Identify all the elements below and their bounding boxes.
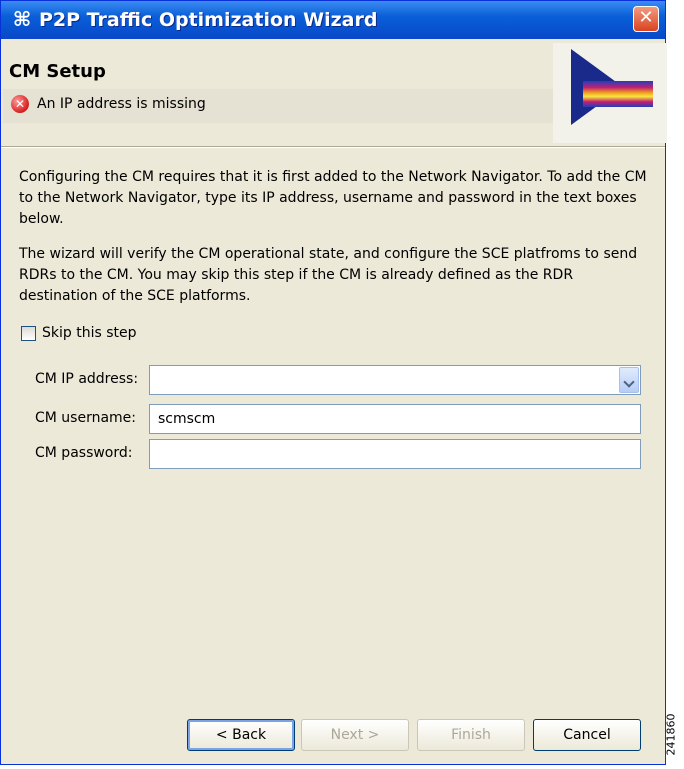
- window-title: P2P Traffic Optimization Wizard: [39, 9, 378, 31]
- instructions-paragraph-2: The wizard will verify the CM operationa…: [19, 246, 638, 304]
- figure-id-watermark: 241860: [664, 710, 682, 762]
- close-button[interactable]: ✕: [633, 6, 659, 32]
- cm-username-label: CM username:: [35, 410, 137, 426]
- error-icon: ✕: [11, 95, 29, 113]
- wizard-banner-graphic: [553, 43, 667, 143]
- instructions-paragraph-1: Configuring the CM requires that it is f…: [19, 169, 647, 227]
- cm-password-label: CM password:: [35, 445, 133, 461]
- error-message: An IP address is missing: [37, 96, 206, 112]
- app-icon: ⌘: [12, 7, 32, 31]
- finish-button[interactable]: Finish: [417, 719, 525, 751]
- skip-step-label: Skip this step: [42, 325, 137, 341]
- banner-separator: [1, 146, 665, 148]
- wizard-window: ⌘ P2P Traffic Optimization Wizard ✕ CM S…: [0, 0, 667, 765]
- cm-password-input[interactable]: [149, 439, 641, 469]
- skip-step-checkbox[interactable]: Skip this step: [21, 325, 137, 341]
- cancel-button[interactable]: Cancel: [533, 719, 641, 751]
- figure-id-text: 241860: [664, 713, 678, 756]
- next-button[interactable]: Next >: [301, 719, 409, 751]
- cm-ip-combobox[interactable]: [149, 365, 641, 395]
- page-title: CM Setup: [9, 61, 106, 82]
- back-button[interactable]: < Back: [187, 719, 295, 751]
- title-bar[interactable]: ⌘ P2P Traffic Optimization Wizard ✕: [1, 1, 665, 39]
- cm-ip-label: CM IP address:: [35, 371, 139, 387]
- chevron-down-icon[interactable]: [619, 367, 639, 393]
- cm-username-input[interactable]: scmscm: [149, 404, 641, 434]
- checkbox-box[interactable]: [21, 325, 36, 341]
